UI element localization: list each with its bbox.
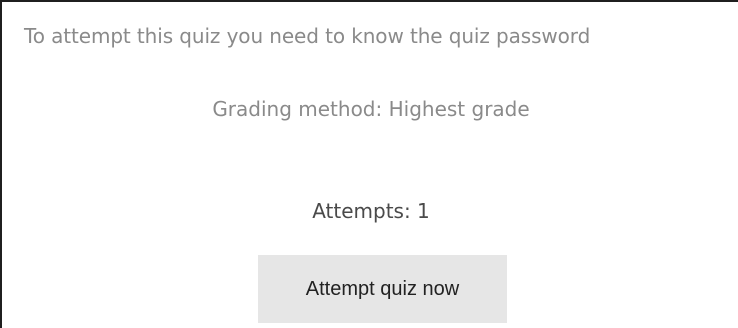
attempt-quiz-button[interactable]: Attempt quiz now [258, 255, 507, 323]
quiz-info-panel: To attempt this quiz you need to know th… [0, 0, 738, 328]
attempts-count-text: Attempts: 1 [312, 199, 430, 223]
grading-method-text: Grading method: Highest grade [212, 97, 530, 121]
password-notice: To attempt this quiz you need to know th… [24, 24, 591, 48]
